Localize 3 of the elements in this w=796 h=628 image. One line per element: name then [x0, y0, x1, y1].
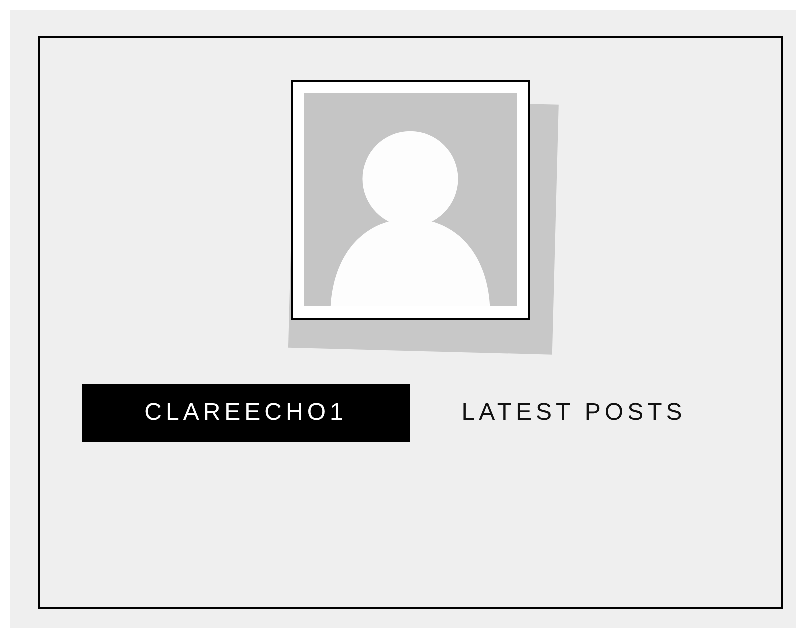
avatar-icon: [304, 93, 517, 307]
profile-tab[interactable]: LATEST POSTS: [410, 384, 738, 442]
profile-tab[interactable]: CLAREECHO1: [82, 384, 410, 442]
